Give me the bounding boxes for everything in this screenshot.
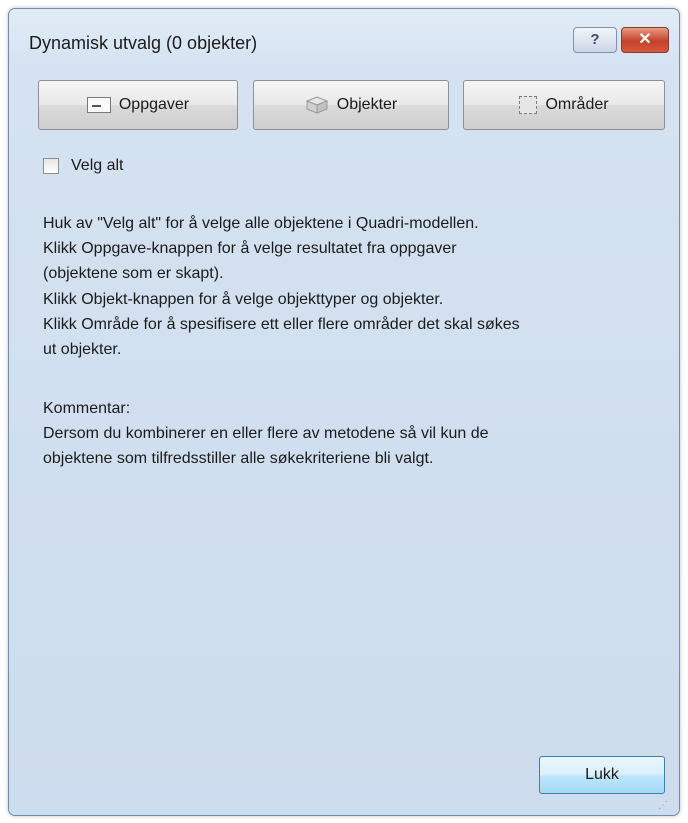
comment-heading: Kommentar:	[43, 400, 131, 417]
help-line-2: Klikk Oppgave-knappen for å velge result…	[43, 240, 457, 257]
comment-line-1: Dersom du kombinerer en eller flere av m…	[43, 425, 489, 442]
resize-grip-icon[interactable]: ⋰	[658, 800, 668, 811]
objects-button[interactable]: Objekter	[253, 80, 449, 130]
areas-button-label: Områder	[545, 96, 609, 113]
tasks-button-label: Oppgaver	[118, 96, 190, 113]
help-line-6: ut objekter.	[43, 341, 122, 358]
window-title: Dynamisk utvalg (0 objekter)	[29, 33, 258, 53]
select-all-label: Velg alt	[71, 157, 124, 174]
areas-button[interactable]: Områder	[463, 80, 665, 130]
tasks-button[interactable]: Oppgaver	[38, 80, 238, 130]
close-button[interactable]: Lukk	[539, 756, 665, 794]
help-line-3: (objektene som er skapt).	[43, 265, 224, 282]
select-all-checkbox[interactable]	[43, 158, 59, 174]
object-cube-icon	[305, 96, 329, 114]
help-button[interactable]: ?	[573, 27, 617, 53]
comment-line-2: objektene som tilfredsstiller alle søkek…	[43, 450, 434, 467]
task-icon	[86, 97, 111, 113]
help-line-1: Huk av "Velg alt" for å velge alle objek…	[43, 215, 479, 232]
help-line-4: Klikk Objekt-knappen for å velge objektt…	[43, 291, 444, 308]
select-all-row[interactable]: Velg alt	[43, 157, 123, 175]
close-window-button[interactable]: ✕	[621, 27, 669, 53]
help-line-5: Klikk Område for å spesifisere ett eller…	[43, 316, 520, 333]
area-icon	[519, 96, 538, 114]
objects-button-label: Objekter	[336, 96, 398, 113]
